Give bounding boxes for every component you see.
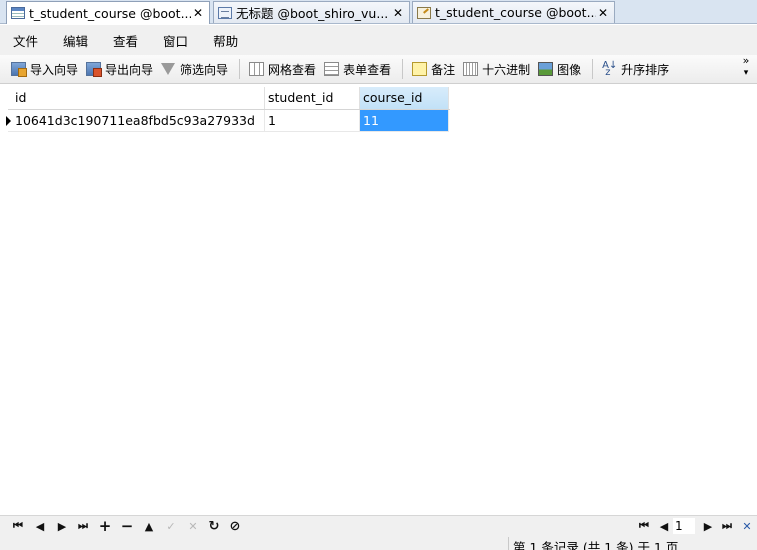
- tab-t-student-course-design[interactable]: t_student_course @boot... ✕: [412, 1, 615, 23]
- delete-record-button[interactable]: −: [119, 517, 135, 535]
- hex-button[interactable]: 十六进制: [463, 61, 530, 78]
- dropdown-icon: ▾: [743, 68, 749, 78]
- table-design-icon: [417, 6, 431, 19]
- next-icon: ▶: [57, 519, 67, 533]
- cell-course-id[interactable]: 11: [360, 110, 449, 132]
- toolbar-separator: [239, 59, 241, 79]
- previous-icon: ◀: [35, 519, 45, 533]
- tab-untitled-query[interactable]: 无标题 @boot_shiro_vu... ✕: [213, 1, 410, 23]
- refresh-icon: ↻: [208, 518, 220, 534]
- x-icon: ✕: [188, 519, 198, 533]
- tab-label: 无标题 @boot_shiro_vu...: [236, 6, 389, 21]
- first-icon: ⏮: [13, 519, 23, 532]
- status-bar: 第 1 条记录 (共 1 条) 于 1 页: [0, 536, 757, 550]
- query-icon: [218, 6, 232, 19]
- import-icon: [11, 62, 27, 77]
- image-button[interactable]: 图像: [538, 61, 581, 78]
- menu-bar: 文件 编辑 查看 窗口 帮助: [0, 25, 757, 55]
- grid-icon: [249, 62, 265, 76]
- up-arrow-icon: ▲: [144, 519, 154, 533]
- image-icon: [538, 62, 554, 76]
- tab-label: t_student_course @boot...: [435, 5, 596, 20]
- grid-view-button[interactable]: 网格查看: [249, 61, 316, 78]
- first-record-button[interactable]: ⏮: [10, 518, 26, 534]
- previous-page-icon: ◀: [659, 519, 669, 533]
- table-row[interactable]: 10641d3c190711ea8fbd5c93a27933d 1 11: [6, 110, 450, 132]
- next-record-button[interactable]: ▶: [54, 518, 70, 534]
- add-record-button[interactable]: +: [97, 517, 113, 535]
- hex-label: 十六进制: [482, 62, 531, 77]
- stop-icon: ⊘: [229, 518, 241, 534]
- previous-page-button[interactable]: ◀: [656, 518, 672, 534]
- discard-edit-button[interactable]: ✕: [185, 518, 201, 534]
- sort-ascending-icon: A↓ z: [602, 60, 618, 78]
- first-page-icon: ⏮: [639, 519, 649, 532]
- plus-icon: +: [98, 517, 112, 535]
- close-icon[interactable]: ✕: [596, 6, 610, 20]
- filter-icon: [161, 63, 176, 75]
- column-header-student-id[interactable]: student_id: [265, 87, 360, 109]
- import-wizard-button[interactable]: 导入向导: [11, 61, 78, 78]
- hex-icon: [463, 62, 479, 76]
- next-page-button[interactable]: ▶: [700, 518, 716, 534]
- next-page-icon: ▶: [703, 519, 713, 533]
- export-icon: [86, 62, 103, 77]
- apply-changes-button[interactable]: ▲: [141, 518, 157, 534]
- confirm-edit-button[interactable]: ✓: [163, 518, 179, 534]
- page-number-input[interactable]: 1: [673, 518, 695, 534]
- form-view-label: 表单查看: [343, 62, 392, 77]
- filter-wizard-button[interactable]: 筛选向导: [161, 61, 228, 78]
- record-navigation-bar: ⏮ ◀ ▶ ⏭ + − ▲ ✓ ✕ ↻ ⊘ ⏮ ◀ 1 ▶ ⏭ ✕: [0, 515, 757, 536]
- memo-icon: [412, 62, 428, 76]
- column-header-course-id[interactable]: course_id: [360, 87, 449, 109]
- minus-icon: −: [120, 517, 134, 535]
- first-page-button[interactable]: ⏮: [636, 518, 652, 534]
- toolbar-separator: [402, 59, 404, 79]
- memo-label: 备注: [431, 62, 456, 77]
- sort-ascending-label: 升序排序: [621, 62, 670, 77]
- last-icon: ⏭: [78, 519, 88, 532]
- toolbar: 导入向导 导出向导 筛选向导 网格查看 表单查看 备注 十六进制 图像 A↓ z…: [0, 55, 757, 84]
- menu-file[interactable]: 文件: [0, 31, 50, 50]
- export-wizard-label: 导出向导: [105, 62, 154, 77]
- toolbar-separator: [592, 59, 594, 79]
- form-view-button[interactable]: 表单查看: [324, 61, 391, 78]
- refresh-button[interactable]: ↻: [206, 518, 222, 534]
- chevron-double-right-icon: »: [742, 54, 750, 67]
- stop-button[interactable]: ⊘: [227, 518, 243, 534]
- current-row-indicator-icon: [2, 110, 12, 132]
- settings-button[interactable]: ✕: [739, 518, 755, 534]
- image-label: 图像: [557, 62, 582, 77]
- document-tab-bar: t_student_course @boot... ✕ 无标题 @boot_sh…: [0, 0, 757, 24]
- column-header-id[interactable]: id: [8, 87, 265, 109]
- last-record-button[interactable]: ⏭: [75, 518, 91, 534]
- grid-header-row: id student_id course_id: [8, 87, 450, 110]
- tab-t-student-course-data[interactable]: t_student_course @boot... ✕: [6, 1, 210, 24]
- close-icon[interactable]: ✕: [391, 6, 405, 20]
- tab-label: t_student_course @boot...: [29, 5, 191, 21]
- table-icon: [11, 7, 25, 19]
- previous-record-button[interactable]: ◀: [32, 518, 48, 534]
- filter-wizard-label: 筛选向导: [180, 62, 229, 77]
- tools-icon: ✕: [742, 519, 752, 533]
- import-wizard-label: 导入向导: [30, 62, 79, 77]
- cell-id[interactable]: 10641d3c190711ea8fbd5c93a27933d: [8, 110, 265, 132]
- menu-help[interactable]: 帮助: [200, 31, 250, 50]
- toolbar-overflow-button[interactable]: » ▾: [741, 55, 751, 79]
- check-icon: ✓: [166, 519, 176, 533]
- menu-window[interactable]: 窗口: [150, 31, 200, 50]
- export-wizard-button[interactable]: 导出向导: [86, 61, 153, 78]
- cell-student-id[interactable]: 1: [265, 110, 360, 132]
- record-status-text: 第 1 条记录 (共 1 条) 于 1 页: [508, 537, 678, 550]
- sort-ascending-button[interactable]: A↓ z 升序排序: [602, 61, 669, 78]
- menu-view[interactable]: 查看: [100, 31, 150, 50]
- grid-view-label: 网格查看: [268, 62, 317, 77]
- form-icon: [324, 62, 340, 76]
- last-page-icon: ⏭: [722, 519, 732, 532]
- memo-button[interactable]: 备注: [412, 61, 455, 78]
- menu-edit[interactable]: 编辑: [50, 31, 100, 50]
- close-icon[interactable]: ✕: [191, 6, 205, 20]
- last-page-button[interactable]: ⏭: [719, 518, 735, 534]
